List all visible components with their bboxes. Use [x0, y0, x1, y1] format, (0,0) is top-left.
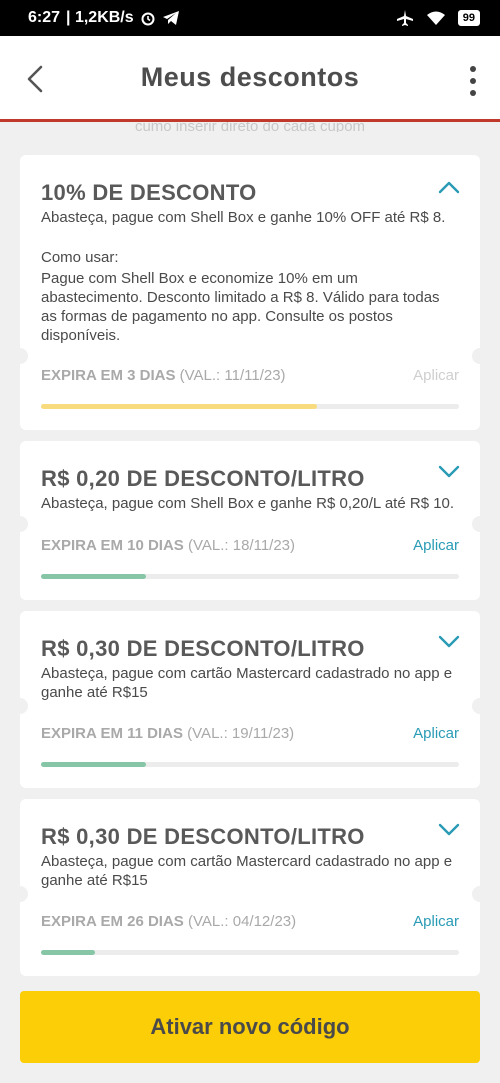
- expiry-text: EXPIRA EM 10 DIAS (VAL.: 18/11/23): [41, 537, 296, 554]
- apply-button[interactable]: Aplicar: [413, 725, 459, 742]
- status-bar: 6:27 | 1,2KB/s 99: [0, 0, 500, 36]
- howto-label: Como usar:: [41, 249, 119, 266]
- coupon-description: Abasteça, pague com Shell Box e ganhe R$…: [41, 495, 455, 512]
- expiry-text: EXPIRA EM 11 DIAS (VAL.: 19/11/23): [41, 725, 295, 742]
- coupon-title: R$ 0,20 DE DESCONTO/LITRO: [41, 466, 365, 491]
- apply-button[interactable]: Aplicar: [413, 537, 459, 554]
- coupon-card: R$ 0,30 DE DESCONTO/LITRO Abasteça, pagu…: [12, 611, 488, 788]
- airplane-icon: [396, 10, 413, 26]
- telegram-icon: [162, 11, 179, 25]
- progress-fill: [41, 574, 146, 579]
- wifi-icon: [426, 11, 445, 25]
- coupon-card: R$ 0,20 DE DESCONTO/LITRO Abasteça, pagu…: [12, 441, 488, 600]
- apply-button[interactable]: Aplicar: [413, 367, 459, 384]
- progress-track: [41, 404, 459, 409]
- coupon-title: R$ 0,30 DE DESCONTO/LITRO: [41, 636, 365, 661]
- coupon-title: 10% DE DESCONTO: [41, 180, 257, 205]
- battery-icon: 99: [457, 10, 480, 26]
- activate-code-button[interactable]: Ativar novo código: [20, 991, 480, 1063]
- chevron-up-icon[interactable]: [438, 180, 460, 194]
- coupon-title: R$ 0,30 DE DESCONTO/LITRO: [41, 824, 365, 849]
- coupon-description: Abasteça, pague com Shell Box e ganhe 10…: [41, 209, 446, 226]
- chevron-down-icon[interactable]: [438, 635, 460, 649]
- coupon-card: R$ 0,30 DE DESCONTO/LITRO Abasteça, pagu…: [12, 799, 488, 976]
- progress-track: [41, 950, 459, 955]
- app-bar: Meus descontos: [0, 36, 500, 122]
- progress-track: [41, 762, 459, 767]
- status-network: | 1,2KB/s: [66, 9, 134, 26]
- expiry-text: EXPIRA EM 3 DIAS (VAL.: 11/11/23): [41, 367, 286, 384]
- coupon-card: 10% DE DESCONTO Abasteça, pague com Shel…: [12, 155, 488, 430]
- expiry-text: EXPIRA EM 26 DIAS (VAL.: 04/12/23): [41, 913, 297, 930]
- progress-fill: [41, 950, 96, 955]
- coupon-description: Abasteça, pague com cartão Mastercard ca…: [41, 665, 453, 701]
- chevron-down-icon[interactable]: [438, 823, 460, 837]
- chevron-down-icon[interactable]: [438, 465, 460, 479]
- alarm-icon: [141, 12, 155, 26]
- coupon-description: Abasteça, pague com cartão Mastercard ca…: [41, 853, 453, 889]
- status-time: 6:27: [28, 9, 61, 26]
- progress-fill: [41, 762, 146, 767]
- chevron-left-icon[interactable]: [22, 64, 52, 94]
- progress-fill: [41, 404, 317, 409]
- howto-text: Pague com Shell Box e economize 10% em u…: [41, 270, 440, 344]
- more-vertical-icon[interactable]: [468, 66, 478, 96]
- apply-button[interactable]: Aplicar: [413, 913, 459, 930]
- page-title: Meus descontos: [140, 62, 360, 92]
- progress-track: [41, 574, 459, 579]
